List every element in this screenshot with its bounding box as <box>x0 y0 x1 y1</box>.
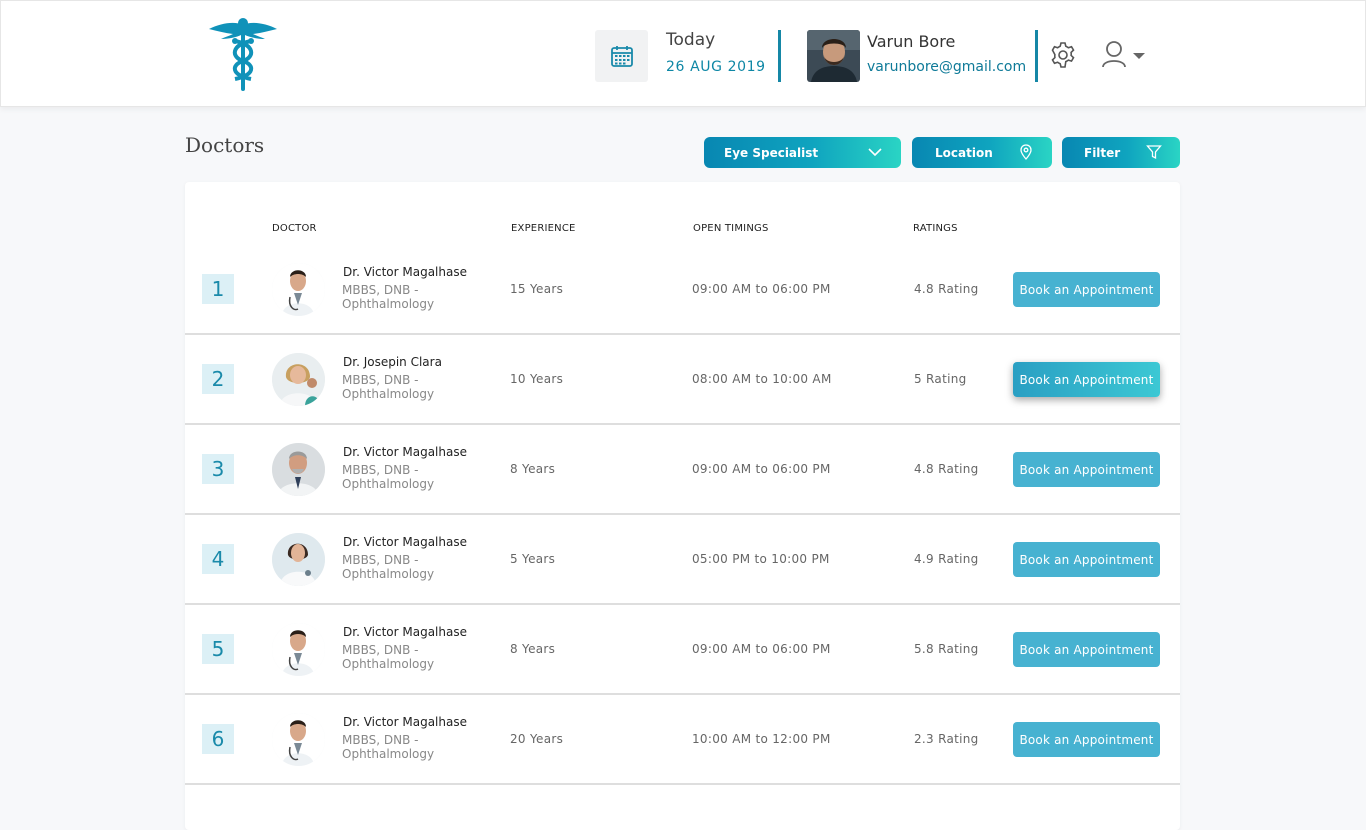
location-label: Location <box>935 145 993 160</box>
timings-value: 10:00 AM to 12:00 PM <box>692 732 831 746</box>
specialty-label: Eye Specialist <box>724 145 819 160</box>
row-number: 2 <box>202 364 234 394</box>
experience-value: 10 Years <box>510 372 564 386</box>
current-date: 26 AUG 2019 <box>666 59 766 75</box>
book-appointment-button[interactable]: Book an Appointment <box>1013 452 1160 487</box>
doctor-name: Dr. Victor Magalhase <box>343 445 467 459</box>
doctor-name: Dr. Victor Magalhase <box>343 625 467 639</box>
calendar-button[interactable] <box>595 30 648 82</box>
row-number: 1 <box>202 274 234 304</box>
book-appointment-button[interactable]: Book an Appointment <box>1013 362 1160 397</box>
chevron-down-icon <box>868 148 882 157</box>
caduceus-logo[interactable] <box>207 17 279 93</box>
experience-value: 8 Years <box>510 642 556 656</box>
avatar[interactable] <box>807 30 860 82</box>
rating-value: 5.8 Rating <box>914 642 979 656</box>
doctor-name: Dr. Josepin Clara <box>343 355 442 369</box>
doctor-qualification: MBBS, DNB - Ophthalmology <box>342 463 435 491</box>
column-header-timings: OPEN TIMINGS <box>693 223 769 234</box>
rating-value: 4.8 Rating <box>914 462 979 476</box>
rating-value: 4.9 Rating <box>914 552 979 566</box>
doctor-photo <box>272 353 325 406</box>
timings-value: 09:00 AM to 06:00 PM <box>692 462 831 476</box>
doctor-photo <box>272 443 325 496</box>
date-label: Today <box>666 30 716 50</box>
chevron-down-icon <box>1133 53 1145 59</box>
timings-value: 09:00 AM to 06:00 PM <box>692 642 831 656</box>
user-name: Varun Bore <box>867 32 956 51</box>
experience-value: 8 Years <box>510 462 556 476</box>
doctor-qualification: MBBS, DNB - Ophthalmology <box>342 643 435 671</box>
doctor-photo <box>272 623 325 676</box>
column-header-doctor: DOCTOR <box>272 223 317 234</box>
page-title: Doctors <box>185 133 265 157</box>
column-header-ratings: RATINGS <box>913 223 958 234</box>
table-row: 5 Dr. Victor Magalhase MBBS, DNB - Ophtha… <box>185 605 1180 695</box>
row-number: 4 <box>202 544 234 574</box>
experience-value: 20 Years <box>510 732 564 746</box>
doctor-qualification: MBBS, DNB - Ophthalmology <box>342 553 435 581</box>
table-row: 1 Dr. Victor Magalhase MBBS, DNB - Ophtha… <box>185 245 1180 335</box>
doctor-photo <box>272 263 325 316</box>
gear-icon[interactable] <box>1049 41 1077 69</box>
doctor-name: Dr. Victor Magalhase <box>343 715 467 729</box>
location-pin-icon <box>1020 144 1032 160</box>
doctors-table: DOCTOR EXPERIENCE OPEN TIMINGS RATINGS 1… <box>185 182 1180 830</box>
experience-value: 5 Years <box>510 552 556 566</box>
doctor-name: Dr. Victor Magalhase <box>343 265 467 279</box>
filter-icon <box>1146 145 1162 160</box>
book-appointment-button[interactable]: Book an Appointment <box>1013 722 1160 757</box>
timings-value: 09:00 AM to 06:00 PM <box>692 282 831 296</box>
rating-value: 5 Rating <box>914 372 967 386</box>
doctor-photo <box>272 533 325 586</box>
user-menu[interactable] <box>1101 39 1151 71</box>
filter-button[interactable]: Filter <box>1062 137 1180 168</box>
rating-value: 4.8 Rating <box>914 282 979 296</box>
filter-label: Filter <box>1084 145 1121 160</box>
header-divider <box>778 30 781 82</box>
doctor-qualification: MBBS, DNB - Ophthalmology <box>342 733 435 761</box>
row-number: 5 <box>202 634 234 664</box>
table-row: 3 Dr. Victor Magalhase MBBS, DNB - Ophtha… <box>185 425 1180 515</box>
timings-value: 05:00 PM to 10:00 PM <box>692 552 830 566</box>
top-header: Today 26 AUG 2019 Varun Bore varunbore@g… <box>0 0 1366 107</box>
rating-value: 2.3 Rating <box>914 732 979 746</box>
user-icon <box>1102 41 1126 68</box>
book-appointment-button[interactable]: Book an Appointment <box>1013 632 1160 667</box>
book-appointment-button[interactable]: Book an Appointment <box>1013 542 1160 577</box>
header-divider <box>1035 30 1038 82</box>
doctor-qualification: MBBS, DNB - Ophthalmology <box>342 373 435 401</box>
timings-value: 08:00 AM to 10:00 AM <box>692 372 832 386</box>
user-email: varunbore@gmail.com <box>867 59 1027 75</box>
table-row: 6 Dr. Victor Magalhase MBBS, DNB - Ophtha… <box>185 695 1180 785</box>
location-button[interactable]: Location <box>912 137 1052 168</box>
row-number: 3 <box>202 454 234 484</box>
column-header-experience: EXPERIENCE <box>511 223 576 234</box>
book-appointment-button[interactable]: Book an Appointment <box>1013 272 1160 307</box>
doctor-name: Dr. Victor Magalhase <box>343 535 467 549</box>
experience-value: 15 Years <box>510 282 564 296</box>
doctor-photo <box>272 713 325 766</box>
doctor-qualification: MBBS, DNB - Ophthalmology <box>342 283 435 311</box>
specialty-dropdown[interactable]: Eye Specialist <box>704 137 901 168</box>
table-row: 4 Dr. Victor Magalhase MBBS, DNB - Ophtha… <box>185 515 1180 605</box>
calendar-icon <box>610 46 633 67</box>
table-row: 2 Dr. Josepin Clara MBBS, DNB - Ophthalmo… <box>185 335 1180 425</box>
row-number: 6 <box>202 724 234 754</box>
